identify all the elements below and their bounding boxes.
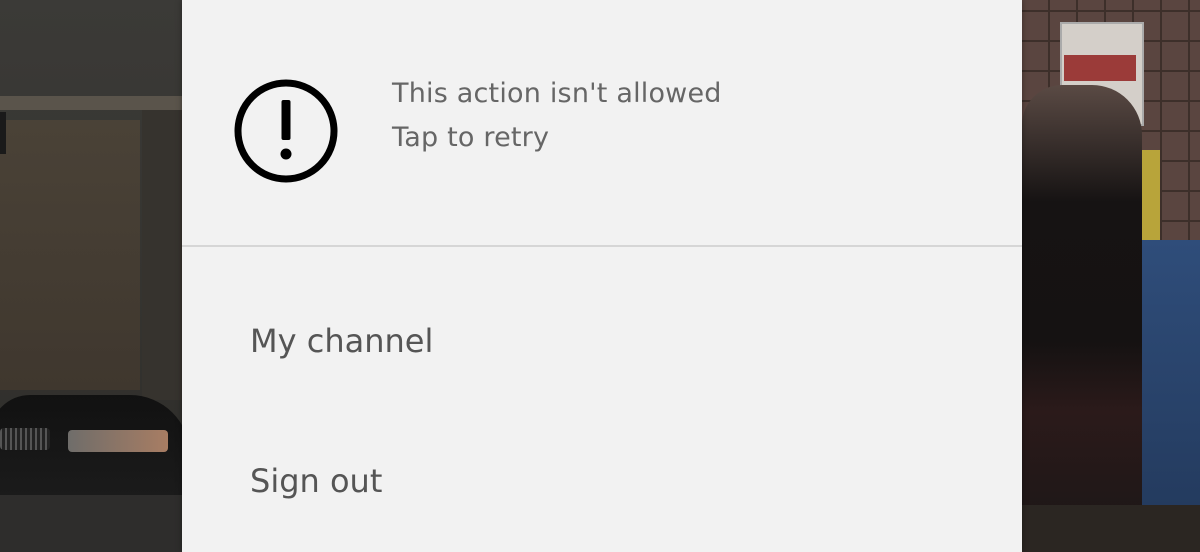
exclamation-circle-icon (234, 79, 338, 183)
menu-item-label: Sign out (250, 462, 383, 500)
menu-item-my-channel[interactable]: My channel (182, 292, 1022, 402)
background-right-scene (1022, 0, 1200, 552)
background-person (1022, 85, 1142, 552)
error-message: This action isn't allowed (392, 78, 722, 109)
menu-item-label: My channel (250, 322, 434, 360)
retry-hint: Tap to retry (392, 122, 550, 153)
background-left-scene (0, 0, 190, 552)
screen: This action isn't allowed Tap to retry M… (0, 0, 1200, 552)
menu-divider (182, 245, 1022, 247)
menu-item-sign-out[interactable]: Sign out (182, 432, 1022, 542)
account-menu-sheet: This action isn't allowed Tap to retry M… (182, 0, 1022, 552)
error-retry-banner[interactable]: This action isn't allowed Tap to retry (182, 0, 1022, 245)
